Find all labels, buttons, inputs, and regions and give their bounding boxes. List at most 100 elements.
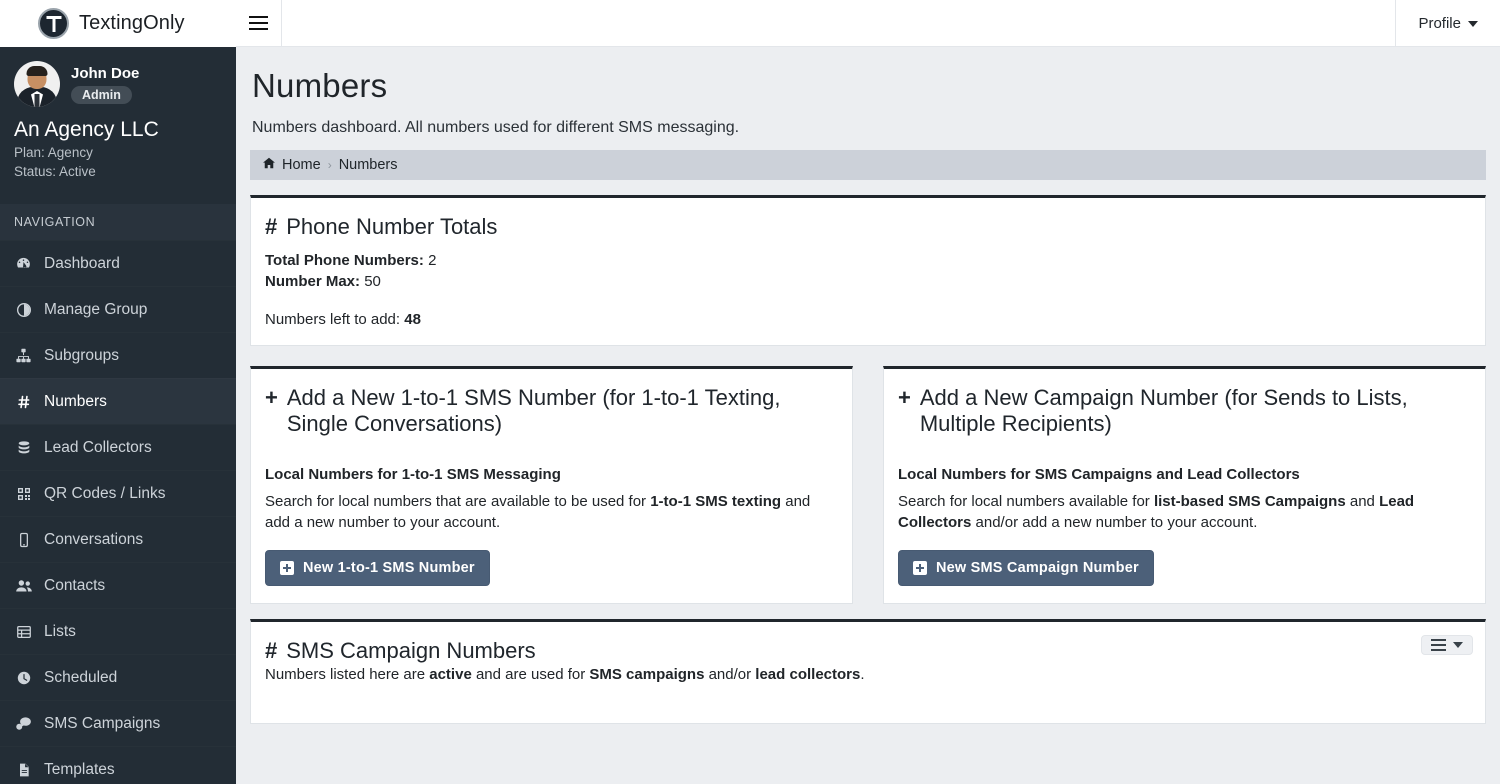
nav-section-header: NAVIGATION (0, 204, 236, 240)
sms-campaign-numbers-copy: Numbers listed here are active and are u… (251, 664, 1485, 683)
copy-part-2: and (1346, 493, 1379, 510)
copy-part-1: Numbers listed here are (265, 666, 429, 683)
page-subtitle: Numbers dashboard. All numbers used for … (250, 105, 1486, 150)
user-row[interactable]: John Doe Admin (14, 61, 236, 107)
user-avatar (14, 61, 60, 107)
card-title-text: Add a New 1-to-1 SMS Number (for 1-to-1 … (287, 385, 838, 437)
sms-campaign-numbers-menu-button[interactable] (1421, 635, 1473, 655)
copy-part-4: . (860, 666, 864, 683)
sms-campaign-numbers-title: # SMS Campaign Numbers (251, 622, 550, 664)
breadcrumb-current: Numbers (339, 157, 398, 173)
logo-t-monogram-icon (38, 8, 69, 39)
sms-campaign-numbers-head: # SMS Campaign Numbers (251, 622, 1485, 664)
sidebar-nav-list: Dashboard Manage Group Subgroups Numbers (0, 240, 236, 784)
organization-name: An Agency LLC (14, 118, 236, 142)
page-title: Numbers (250, 47, 1486, 105)
copy-part-3: and/or (704, 666, 755, 683)
sidebar-item-qr-codes-links[interactable]: QR Codes / Links (0, 470, 236, 516)
file-document-icon (14, 762, 33, 778)
sidebar-item-conversations[interactable]: Conversations (0, 516, 236, 562)
sidebar-user-block: John Doe Admin An Agency LLC Plan: Agenc… (0, 47, 236, 193)
sidebar-item-scheduled[interactable]: Scheduled (0, 654, 236, 700)
plus-icon: + (265, 385, 278, 437)
button-label: New 1-to-1 SMS Number (303, 560, 475, 576)
campaign-number-copy: Search for local numbers available for l… (898, 491, 1471, 533)
total-phone-numbers-label: Total Phone Numbers: (265, 252, 424, 269)
breadcrumb-home-label: Home (282, 157, 321, 173)
sidebar-item-manage-group[interactable]: Manage Group (0, 286, 236, 332)
copy-bold-1: active (429, 666, 472, 683)
add-number-cards-row: + Add a New 1-to-1 SMS Number (for 1-to-… (250, 346, 1486, 604)
sidebar-item-subgroups[interactable]: Subgroups (0, 332, 236, 378)
one-to-one-copy: Search for local numbers that are availa… (265, 491, 838, 533)
sidebar-item-label: Templates (44, 761, 115, 779)
copy-bold-2: SMS campaigns (589, 666, 704, 683)
sms-campaign-numbers-card: # SMS Campaign Numbers Numbers listed he… (250, 619, 1486, 724)
phone-number-totals-body: Total Phone Numbers: 2 Number Max: 50 Nu… (251, 240, 1485, 345)
sidebar-toggle-button[interactable] (236, 0, 282, 47)
brand-logo[interactable]: TextingOnly (0, 0, 236, 47)
breadcrumb: Home › Numbers (250, 150, 1486, 180)
qr-code-icon (14, 486, 33, 502)
sidebar-item-numbers[interactable]: Numbers (0, 378, 236, 424)
add-one-to-one-title: + Add a New 1-to-1 SMS Number (for 1-to-… (251, 369, 852, 437)
copy-part-3: and/or add a new number to your account. (971, 514, 1257, 531)
main-content: Numbers Numbers dashboard. All numbers u… (236, 47, 1500, 784)
plan-value: Agency (48, 145, 93, 160)
sidebar-item-label: Lead Collectors (44, 439, 152, 457)
chat-bubbles-icon (14, 715, 33, 732)
plus-square-icon (280, 561, 294, 575)
phone-number-totals-title: # Phone Number Totals (251, 198, 1485, 240)
sidebar-item-label: Contacts (44, 577, 105, 595)
new-one-to-one-sms-number-button[interactable]: New 1-to-1 SMS Number (265, 550, 490, 586)
profile-menu-label: Profile (1418, 15, 1461, 32)
copy-part-2: and are used for (472, 666, 590, 683)
half-circle-icon (14, 302, 33, 318)
mobile-phone-icon (14, 532, 33, 548)
sidebar-item-contacts[interactable]: Contacts (0, 562, 236, 608)
plus-square-icon (913, 561, 927, 575)
database-icon (14, 440, 33, 456)
sidebar-item-label: Numbers (44, 393, 107, 411)
status-value: Active (59, 164, 96, 179)
copy-bold-1: 1-to-1 SMS texting (650, 493, 781, 510)
copy-part-1: Search for local numbers that are availa… (265, 493, 650, 510)
total-phone-numbers-value: 2 (428, 252, 436, 269)
top-bar: TextingOnly Profile (0, 0, 1500, 47)
card-title-text: Phone Number Totals (286, 214, 497, 240)
list-lines-icon (1431, 644, 1446, 646)
sidebar-item-label: Scheduled (44, 669, 117, 687)
status-label: Status: (14, 164, 56, 179)
numbers-left-row: Numbers left to add: 48 (265, 311, 1471, 328)
breadcrumb-home[interactable]: Home (262, 156, 321, 174)
card-title-text: SMS Campaign Numbers (286, 638, 535, 664)
total-phone-numbers-row: Total Phone Numbers: 2 (265, 250, 1471, 271)
add-campaign-number-body: Local Numbers for SMS Campaigns and Lead… (884, 437, 1485, 603)
sidebar-item-sms-campaigns[interactable]: SMS Campaigns (0, 700, 236, 746)
profile-menu-button[interactable]: Profile (1395, 0, 1500, 47)
card-title-text: Add a New Campaign Number (for Sends to … (920, 385, 1471, 437)
new-sms-campaign-number-button[interactable]: New SMS Campaign Number (898, 550, 1154, 586)
campaign-number-sub-head: Local Numbers for SMS Campaigns and Lead… (898, 466, 1471, 483)
sidebar-item-label: SMS Campaigns (44, 715, 160, 733)
sidebar-item-label: Subgroups (44, 347, 119, 365)
sidebar-item-dashboard[interactable]: Dashboard (0, 240, 236, 286)
sidebar-item-lists[interactable]: Lists (0, 608, 236, 654)
user-role-badge: Admin (71, 86, 132, 104)
add-campaign-number-title: + Add a New Campaign Number (for Sends t… (884, 369, 1485, 437)
add-one-to-one-number-card: + Add a New 1-to-1 SMS Number (for 1-to-… (250, 366, 853, 604)
sidebar: John Doe Admin An Agency LLC Plan: Agenc… (0, 47, 236, 784)
add-campaign-number-card: + Add a New Campaign Number (for Sends t… (883, 366, 1486, 604)
hash-icon: # (265, 214, 277, 240)
sidebar-item-templates[interactable]: Templates (0, 746, 236, 784)
copy-part-1: Search for local numbers available for (898, 493, 1154, 510)
hash-icon (14, 394, 33, 410)
number-max-row: Number Max: 50 (265, 271, 1471, 292)
numbers-left-value: 48 (404, 311, 421, 328)
sidebar-item-lead-collectors[interactable]: Lead Collectors (0, 424, 236, 470)
organization-status: Status: Active (14, 162, 236, 181)
clock-icon (14, 670, 33, 686)
breadcrumb-separator: › (328, 158, 332, 172)
user-name: John Doe (71, 65, 139, 82)
speedometer-icon (14, 255, 33, 272)
